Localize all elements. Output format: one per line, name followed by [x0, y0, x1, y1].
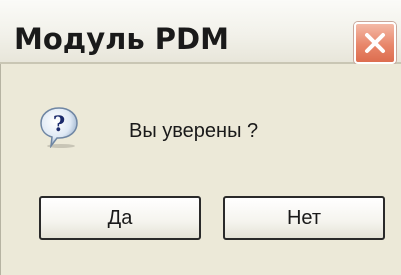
- dialog-window: Модуль PDM ? Вы уверены ? Да Нет: [0, 0, 401, 275]
- window-title: Модуль PDM: [14, 22, 229, 56]
- close-button[interactable]: [354, 22, 396, 64]
- svg-text:?: ?: [53, 111, 65, 136]
- dialog-body: ? Вы уверены ? Да Нет: [0, 64, 401, 275]
- close-icon: [365, 33, 385, 53]
- confirmation-message: Вы уверены ?: [129, 120, 259, 142]
- title-bar[interactable]: Модуль PDM: [0, 0, 401, 64]
- no-button[interactable]: Нет: [223, 196, 385, 240]
- yes-button[interactable]: Да: [39, 196, 201, 240]
- question-icon: ?: [39, 106, 79, 149]
